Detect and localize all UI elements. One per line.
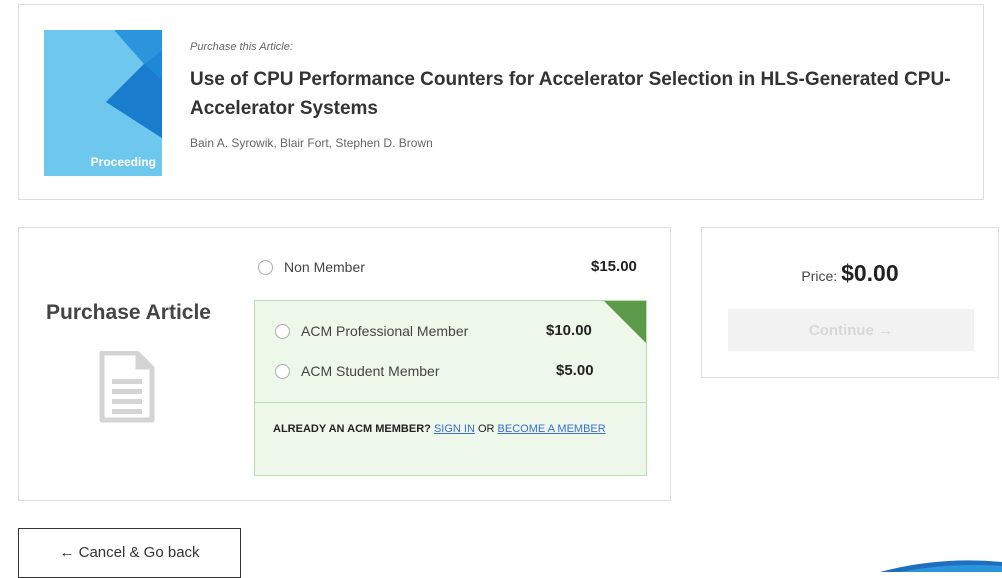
option-label: ACM Professional Member: [301, 323, 469, 339]
option-price: $10.00: [546, 322, 592, 339]
corner-ribbon-icon: [604, 301, 646, 343]
non-member-radio[interactable]: [258, 259, 273, 275]
price-line: Price: $0.00: [702, 260, 998, 287]
decorative-swoosh-icon: [880, 560, 1002, 572]
option-price: $15.00: [591, 258, 637, 275]
article-card: Proceeding Purchase this Article: Use of…: [18, 4, 984, 200]
cancel-button[interactable]: ← Cancel & Go back: [18, 528, 241, 578]
purchase-kicker: Purchase this Article:: [190, 41, 293, 53]
sign-in-link[interactable]: SIGN IN: [434, 423, 475, 435]
document-icon: [99, 351, 155, 423]
professional-member-radio[interactable]: [275, 323, 290, 339]
continue-button[interactable]: Continue →: [728, 309, 974, 351]
cover-label: Proceeding: [90, 155, 156, 169]
price-label: Price:: [801, 268, 838, 284]
option-non-member[interactable]: Non Member: [258, 259, 365, 275]
member-signin-note: ALREADY AN ACM MEMBER? SIGN IN OR BECOME…: [273, 422, 623, 436]
price-value: $0.00: [841, 260, 899, 286]
cancel-label: ← Cancel & Go back: [59, 543, 200, 561]
purchase-options-card: Purchase Article Non Member $15.00 ACM P…: [18, 227, 671, 501]
member-divider: [255, 402, 646, 403]
option-label: Non Member: [284, 259, 365, 275]
option-professional-member[interactable]: ACM Professional Member: [275, 323, 468, 339]
member-prompt: ALREADY AN ACM MEMBER?: [273, 423, 431, 435]
purchase-heading: Purchase Article: [46, 301, 211, 324]
member-pricing-box: ACM Professional Member $10.00 ACM Stude…: [254, 300, 647, 476]
option-student-member[interactable]: ACM Student Member: [275, 363, 440, 379]
price-summary-card: Price: $0.00 Continue →: [701, 227, 999, 378]
article-title: Use of CPU Performance Counters for Acce…: [190, 69, 951, 119]
proceeding-cover-image: Proceeding: [44, 30, 162, 176]
student-member-radio[interactable]: [275, 363, 290, 379]
option-label: ACM Student Member: [301, 363, 440, 379]
or-text: OR: [477, 423, 495, 435]
become-member-link[interactable]: BECOME A MEMBER: [498, 423, 606, 435]
article-authors: Bain A. Syrowik, Blair Fort, Stephen D. …: [190, 136, 433, 150]
option-price: $5.00: [556, 362, 594, 379]
